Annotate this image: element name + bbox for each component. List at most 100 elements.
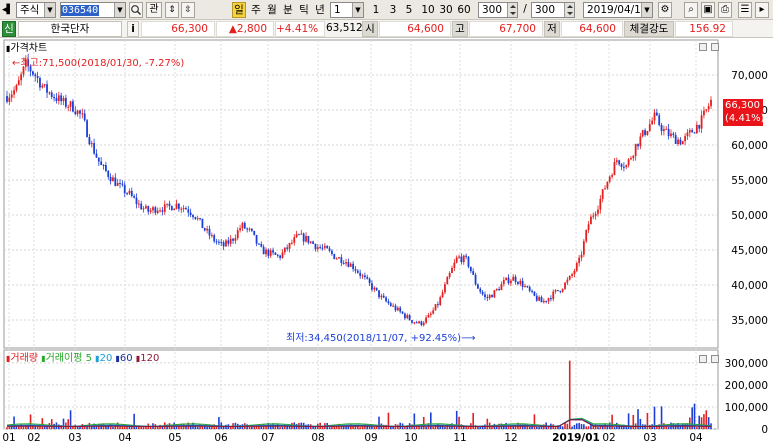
candle-body bbox=[69, 101, 72, 107]
zoom-icon[interactable]: ⌕ bbox=[684, 2, 698, 18]
info-button[interactable]: i bbox=[127, 21, 139, 37]
candle-body bbox=[392, 305, 395, 307]
price-tick-label: 55,000 bbox=[731, 175, 768, 187]
print-icon[interactable]: ⎙ bbox=[718, 2, 732, 18]
candle-body bbox=[46, 84, 48, 93]
spin-arrows-icon[interactable] bbox=[507, 3, 517, 17]
interval-button-5[interactable]: 5 bbox=[403, 3, 415, 19]
low-label: 저 bbox=[544, 21, 560, 37]
candle-body bbox=[274, 252, 277, 255]
time-tick-label: 05 bbox=[168, 432, 181, 444]
market-select[interactable]: 주식 ▼ bbox=[16, 2, 56, 18]
candle-body bbox=[436, 304, 439, 306]
candle-body bbox=[399, 307, 402, 312]
candle-body bbox=[517, 282, 519, 284]
expand-icon[interactable]: ▸ bbox=[755, 2, 769, 18]
candle-body bbox=[220, 242, 223, 244]
candle-body bbox=[88, 137, 91, 145]
candle-body bbox=[36, 76, 39, 78]
candle-body bbox=[102, 164, 105, 166]
candle-body bbox=[418, 321, 420, 324]
candle-body bbox=[502, 279, 505, 285]
candle-body bbox=[272, 250, 274, 253]
sort-icon[interactable]: ⇳ bbox=[181, 2, 195, 18]
candle-body bbox=[413, 322, 416, 324]
candle-body bbox=[309, 241, 312, 243]
candle-body bbox=[557, 290, 559, 292]
candle-body bbox=[321, 247, 324, 249]
candle-body bbox=[439, 297, 442, 306]
candle-body bbox=[371, 283, 373, 290]
candle-body bbox=[145, 206, 147, 209]
search-button[interactable] bbox=[129, 2, 143, 18]
period-button-3[interactable]: 분 bbox=[281, 3, 295, 19]
stock-chart[interactable]: 35,00040,00045,00050,00055,00060,00065,0… bbox=[0, 38, 773, 445]
candle-body bbox=[208, 228, 211, 236]
period-button-5[interactable]: 년 bbox=[313, 3, 327, 19]
price-pane-frame bbox=[3, 39, 719, 349]
options-icon[interactable]: ☰ bbox=[738, 2, 752, 18]
interval-button-10[interactable]: 10 bbox=[420, 3, 436, 19]
candle-body bbox=[229, 238, 232, 244]
candle-body bbox=[432, 310, 435, 314]
candle-body bbox=[606, 181, 609, 189]
candle-body bbox=[17, 80, 20, 86]
time-tick-label: 11 bbox=[453, 432, 466, 444]
stock-group-icon[interactable]: ⇕ bbox=[165, 2, 179, 18]
interval-button-1[interactable]: 1 bbox=[370, 3, 382, 19]
candle-body bbox=[319, 247, 322, 249]
candle-body bbox=[201, 218, 204, 229]
data-count-input[interactable]: 300 bbox=[478, 2, 518, 18]
settings-icon[interactable]: ⚙ bbox=[658, 2, 672, 18]
candle-body bbox=[677, 139, 679, 145]
candle-body bbox=[679, 139, 682, 145]
interval-button-30[interactable]: 30 bbox=[438, 3, 454, 19]
save-icon[interactable]: ▣ bbox=[701, 2, 715, 18]
candle-body bbox=[112, 177, 114, 182]
candle-body bbox=[703, 110, 705, 116]
last-price-percent: (4.41%) bbox=[725, 113, 765, 124]
stock-code-input[interactable]: 036540 ▼ bbox=[60, 2, 126, 18]
chart-type-icon[interactable]: ◂▌ bbox=[2, 3, 14, 19]
related-button[interactable]: 관 bbox=[146, 2, 162, 18]
candle-body bbox=[196, 218, 199, 220]
time-tick-label: 04 bbox=[118, 432, 132, 444]
candle-body bbox=[465, 255, 468, 257]
market-select-value: 주식 bbox=[20, 4, 40, 16]
volume-pane-maximize-icon[interactable] bbox=[699, 355, 707, 363]
candle-body bbox=[269, 250, 272, 256]
pane-maximize-icon[interactable] bbox=[699, 43, 707, 51]
volume-pane-close-icon[interactable] bbox=[711, 355, 719, 363]
candle-body bbox=[498, 289, 500, 291]
pane-close-icon[interactable] bbox=[711, 43, 719, 51]
period-button-2[interactable]: 월 bbox=[265, 3, 279, 19]
interval-select[interactable]: 1 ▼ bbox=[330, 2, 364, 18]
date-select[interactable]: 2019/04/12 ▼ bbox=[583, 2, 653, 18]
candle-body bbox=[31, 71, 34, 75]
interval-button-60[interactable]: 60 bbox=[456, 3, 472, 19]
period-button-0[interactable]: 일 bbox=[232, 2, 246, 18]
period-button-4[interactable]: 틱 bbox=[297, 3, 311, 19]
interval-button-3[interactable]: 3 bbox=[387, 3, 399, 19]
candle-body bbox=[693, 132, 696, 134]
candle-body bbox=[15, 85, 18, 91]
candle-body bbox=[644, 130, 646, 135]
candle-body bbox=[239, 228, 241, 231]
price-change: ▲2,800 bbox=[216, 21, 274, 37]
candle-body bbox=[655, 112, 658, 116]
spin-arrows-icon[interactable] bbox=[564, 3, 574, 17]
candle-body bbox=[688, 130, 691, 133]
time-tick-label: 12 bbox=[504, 432, 517, 444]
candle-body bbox=[700, 115, 703, 129]
candle-body bbox=[305, 235, 307, 242]
candle-body bbox=[199, 218, 201, 220]
period-button-1[interactable]: 주 bbox=[249, 3, 263, 19]
candle-body bbox=[218, 241, 220, 243]
dropdown-arrow-icon: ▼ bbox=[44, 3, 55, 17]
candle-body bbox=[462, 255, 465, 263]
candle-body bbox=[43, 84, 46, 86]
candle-body bbox=[119, 183, 121, 185]
candle-body bbox=[665, 128, 668, 130]
candle-body bbox=[380, 295, 383, 298]
interval-select-value: 1 bbox=[334, 4, 341, 16]
